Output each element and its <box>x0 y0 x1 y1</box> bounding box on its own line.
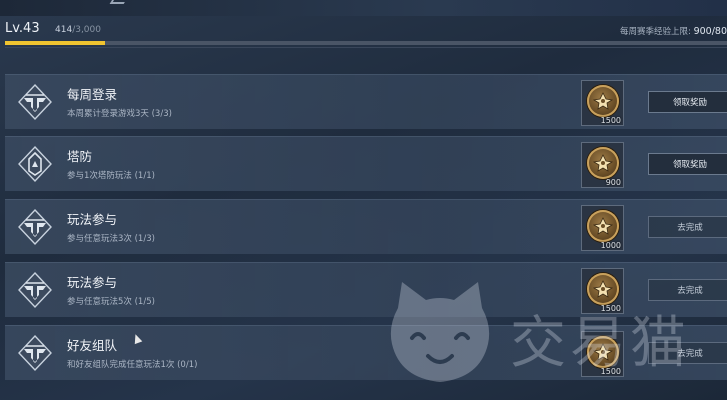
level-label: Lv.43 <box>5 21 40 36</box>
task-description: 参与1次塔防玩法 (1/1) <box>67 171 155 181</box>
tower-emblem-icon <box>16 145 54 183</box>
wings-emblem-icon <box>16 208 54 246</box>
task-title: 好友组队 <box>67 338 118 353</box>
xp-progress-bar <box>5 41 727 45</box>
wings-emblem-icon <box>16 271 54 309</box>
weekly-cap-label: 每周赛季经验上限: <box>620 27 691 37</box>
task-description: 参与任意玩法3次 (1/3) <box>67 234 155 244</box>
coin-icon <box>587 85 619 117</box>
task-row: 好友组队和好友组队完成任意玩法1次 (0/1) 1500 去完成 <box>5 325 727 380</box>
go-complete-button[interactable]: 去完成 <box>648 342 727 364</box>
top-strip <box>0 0 727 16</box>
task-title: 每周登录 <box>67 87 118 102</box>
task-title: 玩法参与 <box>67 212 118 227</box>
back-chevron-icon[interactable] <box>109 0 129 4</box>
coin-icon <box>587 210 619 242</box>
xp-current: 414 <box>55 25 73 35</box>
claim-reward-button[interactable]: 领取奖励 <box>648 91 727 113</box>
task-row: 玩法参与参与任意玩法5次 (1/5) 1500 去完成 <box>5 262 727 317</box>
go-complete-button[interactable]: 去完成 <box>648 216 727 238</box>
reward-slot[interactable]: 1500 <box>581 331 624 377</box>
xp-max: /3,000 <box>72 25 101 35</box>
task-title: 玩法参与 <box>67 275 118 290</box>
wings-emblem-icon <box>16 83 54 121</box>
reward-amount: 1000 <box>600 241 621 250</box>
task-row: 玩法参与参与任意玩法3次 (1/3) 1000 去完成 <box>5 199 727 254</box>
coin-icon <box>587 147 619 179</box>
reward-slot[interactable]: 900 <box>581 142 624 188</box>
go-complete-button[interactable]: 去完成 <box>648 279 727 301</box>
reward-amount: 1500 <box>600 116 621 125</box>
xp-progress-fill <box>5 41 105 45</box>
task-row: 每周登录本周累计登录游戏3天 (3/3) 1500 领取奖励 <box>5 74 727 129</box>
task-row: 塔防参与1次塔防玩法 (1/1) 900 领取奖励 <box>5 136 727 191</box>
divider <box>5 47 727 48</box>
weekly-cap-value: 900/80 <box>693 26 727 37</box>
reward-slot[interactable]: 1500 <box>581 268 624 314</box>
task-description: 本周累计登录游戏3天 (3/3) <box>67 109 172 119</box>
task-description: 和好友组队完成任意玩法1次 (0/1) <box>67 360 198 370</box>
task-title: 塔防 <box>67 149 93 164</box>
wings-emblem-icon <box>16 334 54 372</box>
claim-reward-button[interactable]: 领取奖励 <box>648 153 727 175</box>
reward-slot[interactable]: 1500 <box>581 80 624 126</box>
coin-icon <box>587 336 619 368</box>
xp-readout: 414/3,000 <box>55 25 101 35</box>
reward-slot[interactable]: 1000 <box>581 205 624 251</box>
task-description: 参与任意玩法5次 (1/5) <box>67 297 155 307</box>
reward-amount: 900 <box>605 178 621 187</box>
coin-icon <box>587 273 619 305</box>
weekly-cap: 每周赛季经验上限: 900/80 <box>620 25 727 37</box>
reward-amount: 1500 <box>600 304 621 313</box>
reward-amount: 1500 <box>600 367 621 376</box>
